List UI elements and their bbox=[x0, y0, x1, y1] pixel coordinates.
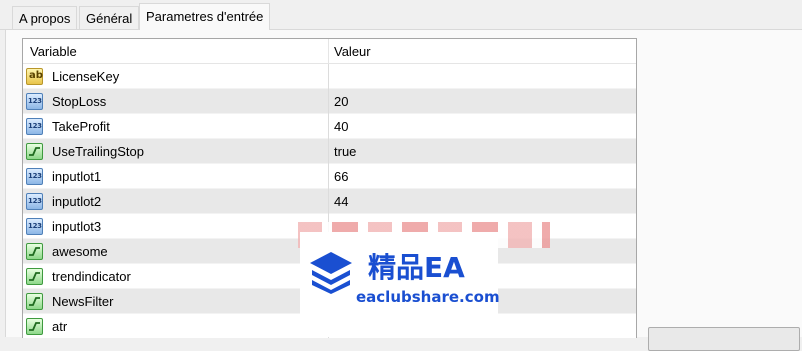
parameter-row[interactable]: 123 TakeProfit 40 bbox=[23, 114, 636, 139]
parameter-name: trendindicator bbox=[52, 269, 131, 284]
cell-separator bbox=[328, 64, 329, 89]
icon-glyph: 123 bbox=[28, 222, 42, 230]
parameter-row[interactable]: 123 inputlot1 66 bbox=[23, 164, 636, 189]
string-ab-icon: ab bbox=[26, 68, 43, 85]
boolean-switch-icon bbox=[26, 318, 43, 335]
boolean-switch-icon bbox=[26, 243, 43, 260]
parameter-name: NewsFilter bbox=[52, 294, 114, 309]
number-123-icon: 123 bbox=[26, 193, 43, 210]
tab-label: A propos bbox=[19, 11, 71, 26]
number-123-icon: 123 bbox=[26, 93, 43, 110]
cell-separator bbox=[328, 164, 329, 189]
parameter-value[interactable]: true bbox=[334, 144, 356, 159]
parameter-row[interactable]: 123 inputlot2 44 bbox=[23, 189, 636, 214]
parameter-value[interactable]: 20 bbox=[334, 94, 348, 109]
tab-bar: A propos Général Parametres d'entrée bbox=[0, 0, 802, 30]
watermark-title: 精品EA bbox=[368, 251, 465, 284]
tab-a-propos[interactable]: A propos bbox=[12, 6, 78, 29]
parameter-row[interactable]: 123 StopLoss 20 bbox=[23, 89, 636, 114]
cell-separator bbox=[328, 139, 329, 164]
parameter-name: inputlot1 bbox=[52, 169, 102, 184]
number-123-icon: 123 bbox=[26, 218, 43, 235]
parameter-name: awesome bbox=[52, 244, 108, 259]
number-123-icon: 123 bbox=[26, 168, 43, 185]
number-123-icon: 123 bbox=[26, 118, 43, 135]
cell-separator bbox=[328, 114, 329, 139]
tab-general[interactable]: Général bbox=[79, 6, 140, 29]
icon-glyph: 123 bbox=[28, 197, 42, 205]
stacked-layers-logo-icon bbox=[310, 252, 352, 294]
icon-glyph: 123 bbox=[28, 122, 42, 130]
tab-label: Parametres d'entrée bbox=[146, 9, 264, 24]
boolean-switch-icon bbox=[26, 268, 43, 285]
ok-button[interactable] bbox=[648, 327, 800, 351]
parameter-name: LicenseKey bbox=[52, 69, 120, 84]
parameter-name: inputlot2 bbox=[52, 194, 102, 209]
tab-label: Général bbox=[86, 11, 133, 26]
parameter-name: TakeProfit bbox=[52, 119, 110, 134]
column-header-variable[interactable]: Variable bbox=[30, 44, 77, 59]
column-separator[interactable] bbox=[328, 39, 329, 63]
boolean-switch-icon bbox=[26, 293, 43, 310]
parameter-name: atr bbox=[52, 319, 68, 334]
list-header: Variable Valeur bbox=[23, 39, 636, 64]
watermark: 精品EA eaclubshare.com bbox=[300, 232, 500, 337]
column-header-value[interactable]: Valeur bbox=[334, 44, 371, 59]
cell-separator bbox=[328, 189, 329, 214]
parameter-row[interactable]: UseTrailingStop true bbox=[23, 139, 636, 164]
parameter-name: inputlot3 bbox=[52, 219, 102, 234]
icon-glyph: 123 bbox=[28, 97, 42, 105]
cell-separator bbox=[328, 89, 329, 114]
icon-glyph: 123 bbox=[28, 172, 42, 180]
icon-glyph: ab bbox=[29, 70, 43, 81]
tab-input-parameters[interactable]: Parametres d'entrée bbox=[139, 3, 271, 30]
parameter-value[interactable]: 66 bbox=[334, 169, 348, 184]
parameter-row[interactable]: ab LicenseKey bbox=[23, 64, 636, 89]
parameter-name: UseTrailingStop bbox=[52, 144, 145, 159]
watermark-site: eaclubshare.com bbox=[356, 288, 500, 306]
parameter-value[interactable]: 44 bbox=[334, 194, 348, 209]
parameter-name: StopLoss bbox=[52, 94, 107, 109]
parameter-value[interactable]: 40 bbox=[334, 119, 348, 134]
boolean-switch-icon bbox=[26, 143, 43, 160]
